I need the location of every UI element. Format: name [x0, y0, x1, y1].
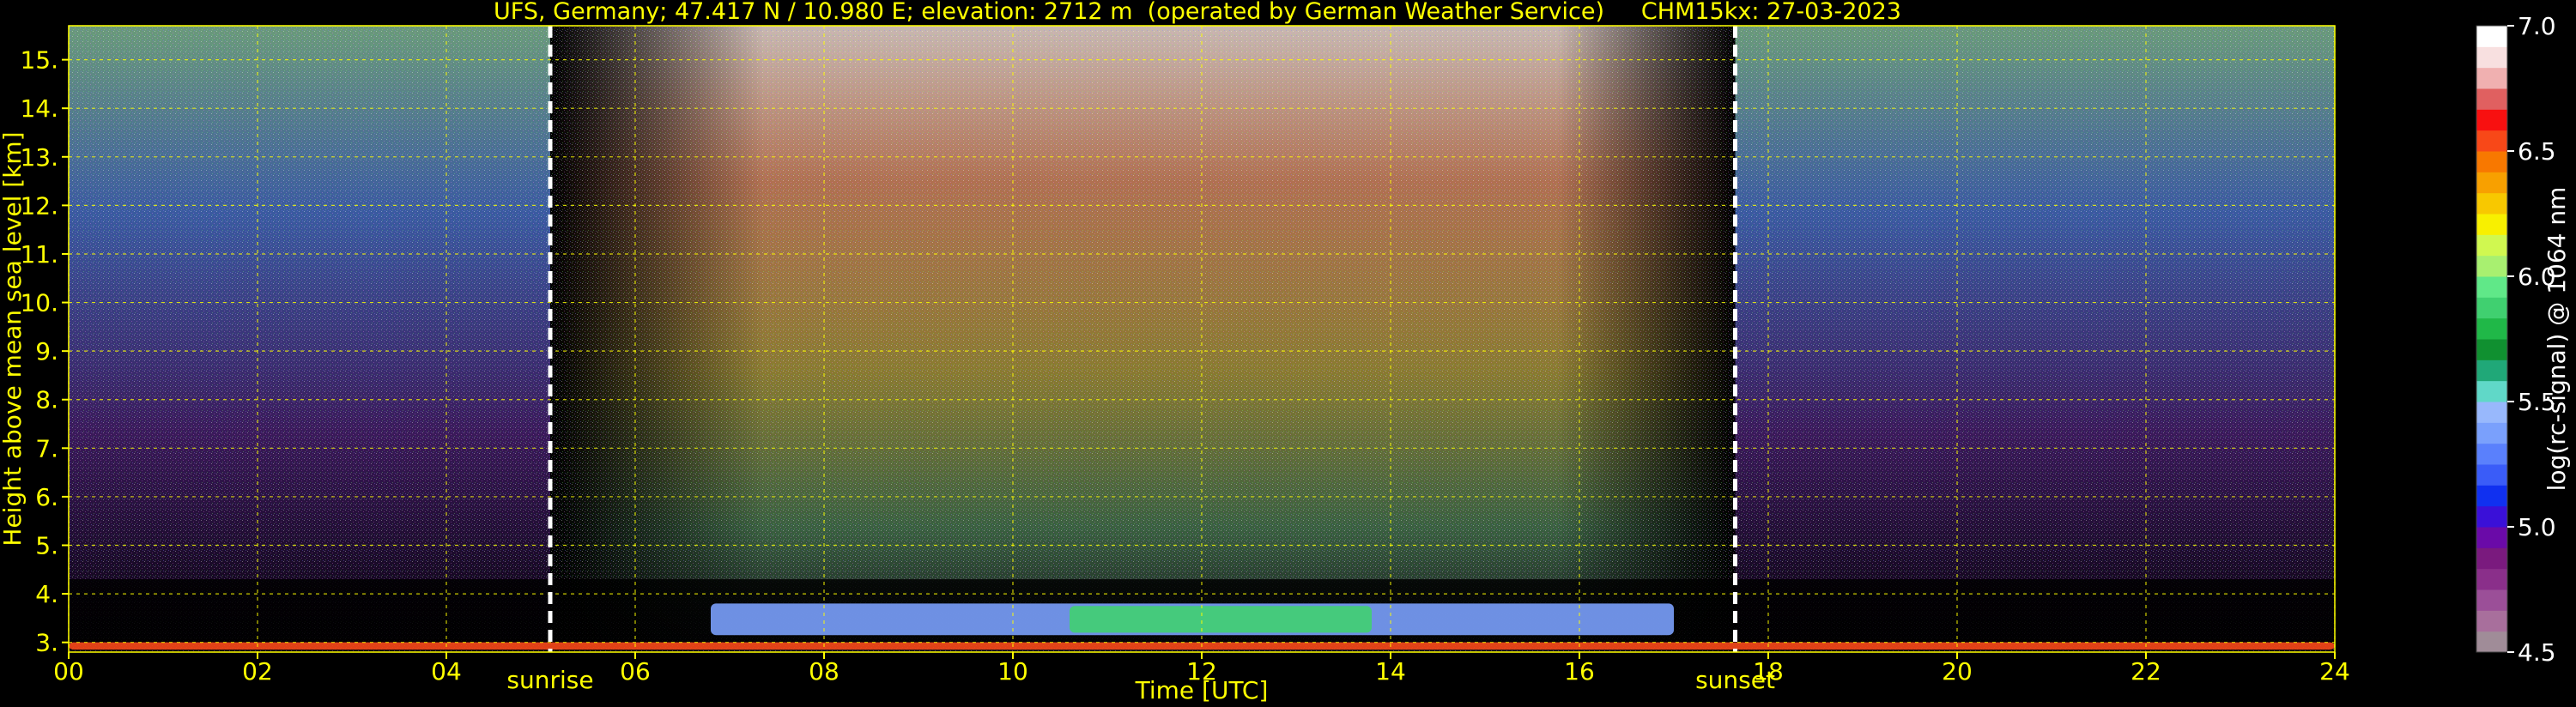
y-tick-label: 4. [35, 580, 58, 608]
x-tick-label: 00 [53, 657, 84, 686]
colorbar-segment [2476, 88, 2507, 110]
colorbar-segment [2476, 192, 2507, 215]
colorbar-segment [2476, 234, 2507, 257]
colorbar-segment [2476, 317, 2507, 340]
colorbar-segment [2476, 360, 2507, 382]
colorbar-segment [2476, 339, 2507, 360]
x-tick-label: 08 [809, 657, 839, 686]
y-tick-label: 7. [35, 434, 58, 462]
colorbar-tick-label: 7.0 [2518, 12, 2556, 40]
colorbar-segment [2476, 527, 2507, 548]
colorbar-label: log(rc-signal) @ 1064 nm [2543, 187, 2571, 492]
colorbar-segment [2476, 26, 2507, 47]
colorbar-tick-label: 6.5 [2518, 137, 2556, 166]
y-tick-label: 3. [35, 629, 58, 657]
chart-title: UFS, Germany; 47.417 N / 10.980 E; eleva… [494, 0, 1901, 25]
colorbar-segment [2476, 505, 2507, 528]
colorbar-segment [2476, 422, 2507, 444]
colorbar-tick-label: 5.0 [2518, 513, 2556, 541]
x-tick-label: 16 [1564, 657, 1595, 686]
x-tick-label: 10 [997, 657, 1028, 686]
colorbar-segment [2476, 464, 2507, 486]
colorbar-segment [2476, 297, 2507, 319]
y-tick-label: 6. [35, 483, 58, 511]
colorbar-segment [2476, 151, 2507, 172]
x-tick-label: 04 [431, 657, 462, 686]
sunrise-label: sunrise [506, 666, 593, 694]
y-tick-label: 8. [35, 386, 58, 414]
colorbar-segment [2476, 109, 2507, 131]
colorbar-segment [2476, 610, 2507, 632]
y-axis-label: Height above mean sea level [km] [0, 131, 27, 546]
x-tick-label: 20 [1942, 657, 1973, 686]
ceilometer-plot: sunrise sunset 00 02 04 06 08 10 12 14 16 18 20 22 24… [0, 0, 2571, 704]
colorbar-segment [2476, 67, 2507, 89]
colorbar-segment [2476, 589, 2507, 611]
x-tick-label: 24 [2319, 657, 2350, 686]
colorbar-segment [2476, 46, 2507, 69]
y-tick-label: 14. [20, 94, 58, 123]
colorbar-segment [2476, 443, 2507, 465]
colorbar-segment [2476, 276, 2507, 298]
x-tick-label: 14 [1375, 657, 1406, 686]
colorbar-segment [2476, 402, 2507, 423]
colorbar-segment [2476, 130, 2507, 152]
colorbar-segment [2476, 485, 2507, 507]
colorbar-segment [2476, 172, 2507, 194]
colorbar-segment [2476, 380, 2507, 402]
colorbar-segment [2476, 214, 2507, 235]
aerosol-layer-1 [1070, 606, 1372, 633]
colorbar-segment [2476, 547, 2507, 570]
colorbar-tick-label: 4.5 [2518, 638, 2556, 667]
colorbar-segment [2476, 631, 2507, 653]
x-axis-label: Time [UTC] [1135, 676, 1269, 704]
x-tick-label: 02 [242, 657, 273, 686]
x-tick-label: 22 [2131, 657, 2161, 686]
y-tick-label: 9. [35, 337, 58, 366]
y-tick-label: 5. [35, 532, 58, 560]
colorbar-segment [2476, 568, 2507, 590]
x-tick-label: 06 [620, 657, 651, 686]
colorbar-segment [2476, 255, 2507, 277]
x-tick-label: 18 [1753, 657, 1784, 686]
y-tick-label: 15. [20, 46, 58, 75]
